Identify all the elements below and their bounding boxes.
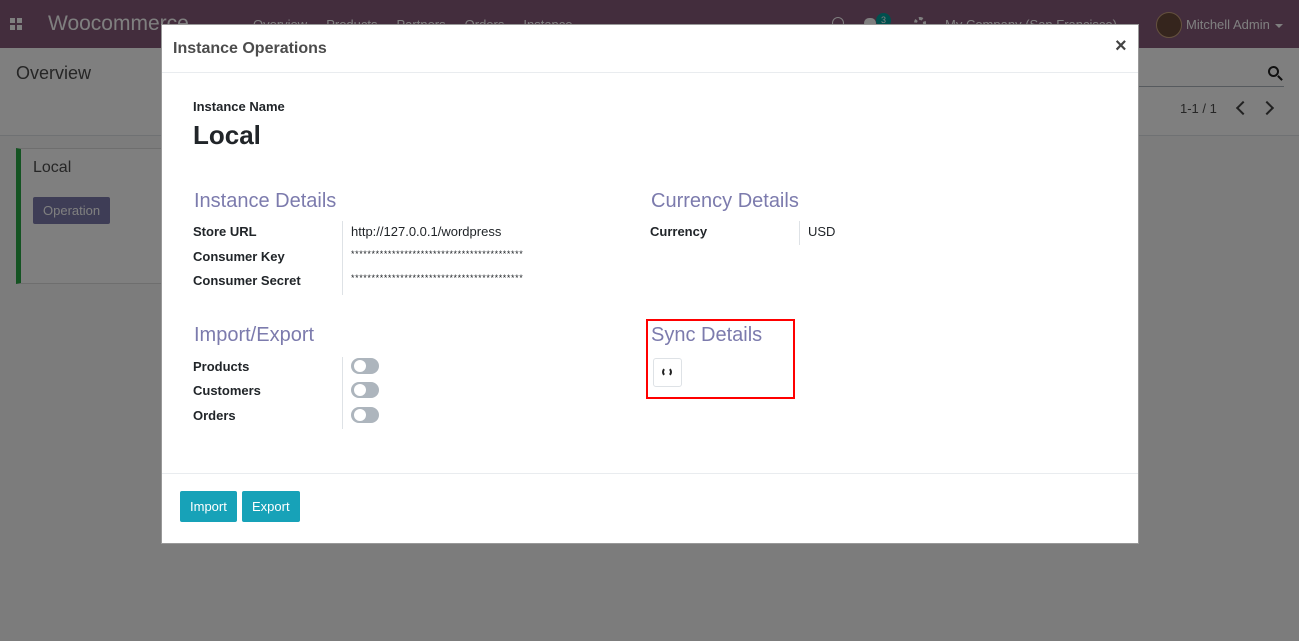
- separator: [342, 221, 343, 295]
- orders-toggle[interactable]: [351, 407, 379, 423]
- import-button[interactable]: Import: [180, 491, 237, 522]
- toggle-knob: [354, 360, 366, 372]
- instance-name-label: Instance Name: [193, 99, 285, 114]
- consumer-secret-value: ****************************************…: [351, 273, 524, 283]
- modal-footer: Import Export: [162, 473, 1138, 544]
- currency-label: Currency: [650, 224, 708, 239]
- currency-value: USD: [808, 224, 836, 239]
- consumer-key-value: ****************************************…: [351, 249, 524, 259]
- customers-label: Customers: [193, 383, 261, 398]
- refresh-icon: [662, 367, 672, 377]
- instance-name-value: Local: [193, 120, 261, 150]
- sync-button[interactable]: [653, 358, 682, 387]
- modal-header: Instance Operations ×: [162, 25, 1138, 73]
- sync-details-title: Sync Details: [651, 324, 763, 346]
- orders-label: Orders: [193, 408, 236, 423]
- consumer-key-label: Consumer Key: [193, 249, 285, 264]
- separator: [342, 357, 343, 429]
- toggle-knob: [354, 409, 366, 421]
- instance-operations-dialog: Instance Operations × Instance Name Loca…: [161, 24, 1139, 544]
- instance-details-title: Instance Details: [194, 190, 337, 212]
- products-toggle[interactable]: [351, 358, 379, 374]
- export-button[interactable]: Export: [242, 491, 300, 522]
- toggle-knob: [354, 384, 366, 396]
- currency-details-title: Currency Details: [651, 190, 799, 212]
- close-icon[interactable]: ×: [1115, 35, 1127, 58]
- customers-toggle[interactable]: [351, 382, 379, 398]
- consumer-secret-label: Consumer Secret: [193, 273, 301, 288]
- separator: [799, 221, 800, 245]
- products-label: Products: [193, 359, 250, 374]
- store-url-label: Store URL: [193, 224, 257, 239]
- modal-title: Instance Operations: [173, 40, 327, 57]
- store-url-value: http://127.0.0.1/wordpress: [351, 224, 502, 239]
- import-export-title: Import/Export: [194, 324, 315, 346]
